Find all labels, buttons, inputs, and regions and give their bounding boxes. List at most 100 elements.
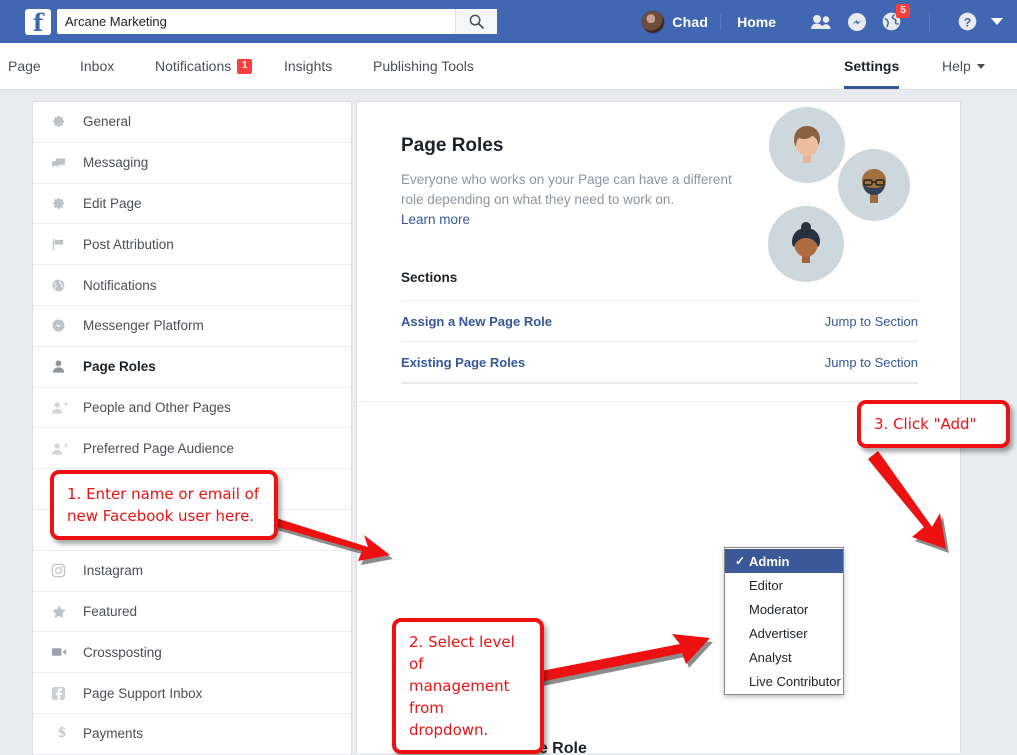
tab-label: Insights bbox=[284, 58, 333, 74]
divider bbox=[929, 11, 930, 32]
notifications-count-badge: 1 bbox=[237, 58, 253, 74]
svg-text:★: ★ bbox=[63, 441, 67, 450]
section-link-assign-new-page-role[interactable]: Assign a New Page Role Jump to Section bbox=[401, 300, 918, 341]
role-option-label: Moderator bbox=[749, 601, 809, 617]
globe-icon bbox=[51, 278, 73, 293]
sidebar-item-messaging[interactable]: Messaging bbox=[33, 143, 351, 184]
page-description-text: Everyone who works on your Page can have… bbox=[401, 172, 732, 207]
role-option-label: Admin bbox=[749, 553, 790, 569]
role-option-admin[interactable]: ✓ Admin bbox=[725, 549, 843, 573]
section-link-existing-page-roles[interactable]: Existing Page Roles Jump to Section bbox=[401, 341, 918, 382]
person-icon bbox=[51, 359, 73, 374]
svg-text:?: ? bbox=[964, 15, 972, 29]
search-icon[interactable] bbox=[455, 9, 497, 34]
sidebar-item-preferred-page-audience[interactable]: ★ Preferred Page Audience bbox=[33, 428, 351, 470]
sidebar-item-label: Messaging bbox=[83, 155, 149, 171]
sidebar-item-notifications[interactable]: Notifications bbox=[33, 265, 351, 306]
messages-icon[interactable] bbox=[848, 12, 866, 31]
callout-step-2: 2. Select level of management from dropd… bbox=[392, 618, 544, 754]
facebook-f-logo[interactable]: f bbox=[25, 9, 51, 35]
notifications-badge: 5 bbox=[896, 4, 910, 18]
notifications-globe-icon[interactable]: 5 bbox=[882, 4, 910, 31]
flag-icon bbox=[51, 237, 73, 252]
learn-more-link[interactable]: Learn more bbox=[401, 212, 470, 227]
search-bar[interactable] bbox=[57, 9, 497, 34]
role-option-label: Analyst bbox=[749, 649, 792, 665]
page-tab-bar: Page Inbox Notifications 1 Insights Publ… bbox=[0, 43, 1017, 90]
sidebar-item-label: General bbox=[83, 114, 132, 130]
chevron-down-icon bbox=[976, 63, 985, 69]
tab-label: Notifications bbox=[155, 58, 232, 74]
sidebar-item-label: Featured bbox=[83, 603, 138, 619]
tab-label: Settings bbox=[844, 58, 900, 74]
chat-bubbles-icon bbox=[51, 156, 73, 170]
tab-label: Inbox bbox=[80, 58, 115, 74]
sidebar-item-edit-page[interactable]: Edit Page bbox=[33, 184, 351, 225]
check-icon: ✓ bbox=[735, 554, 746, 568]
role-option-advertiser[interactable]: Advertiser bbox=[725, 621, 843, 645]
role-option-analyst[interactable]: Analyst bbox=[725, 645, 843, 669]
role-option-label: Editor bbox=[749, 577, 783, 593]
instagram-icon bbox=[51, 563, 73, 578]
section-label: Assign a New Page Role bbox=[401, 313, 552, 329]
profile-name-link[interactable]: Chad bbox=[672, 13, 722, 30]
sidebar-item-label: Notifications bbox=[83, 277, 157, 293]
sidebar-item-label: Post Attribution bbox=[83, 236, 174, 252]
chevron-down-icon[interactable] bbox=[991, 18, 1003, 25]
tab-notifications[interactable]: Notifications 1 bbox=[155, 43, 253, 89]
svg-text:★: ★ bbox=[63, 400, 67, 409]
callout-text: 1. Enter name or email of new Facebook u… bbox=[67, 485, 260, 525]
help-icon[interactable]: ? bbox=[958, 12, 977, 31]
role-option-moderator[interactable]: Moderator bbox=[725, 597, 843, 621]
gear-icon bbox=[51, 196, 73, 211]
sidebar-item-label: Preferred Page Audience bbox=[83, 440, 234, 456]
tab-help[interactable]: Help bbox=[942, 43, 985, 89]
avatar[interactable] bbox=[641, 9, 666, 34]
section-label: Existing Page Roles bbox=[401, 354, 526, 370]
callout-text: 2. Select level of management from dropd… bbox=[409, 633, 515, 739]
person-star-icon: ★ bbox=[51, 441, 73, 456]
sidebar-item-post-attribution[interactable]: Post Attribution bbox=[33, 224, 351, 266]
sidebar-item-page-roles[interactable]: Page Roles bbox=[33, 347, 351, 388]
avatar-bearded-glasses bbox=[838, 149, 910, 221]
jump-to-section-link[interactable]: Jump to Section bbox=[825, 314, 918, 329]
role-option-editor[interactable]: Editor bbox=[725, 573, 843, 597]
avatar-brown-hair bbox=[769, 107, 845, 183]
callout-step-3: 3. Click "Add" bbox=[857, 400, 1010, 448]
sidebar-item-label: Page Support Inbox bbox=[83, 685, 203, 701]
tab-label: Page bbox=[8, 58, 41, 74]
role-option-live-contributor[interactable]: Live Contributor bbox=[725, 669, 843, 693]
tab-settings[interactable]: Settings bbox=[844, 43, 900, 89]
tab-publishing-tools[interactable]: Publishing Tools bbox=[373, 43, 474, 89]
tab-insights[interactable]: Insights bbox=[284, 43, 332, 89]
tab-label: Publishing Tools bbox=[373, 58, 474, 74]
annotation-arrow-step2 bbox=[536, 634, 713, 686]
annotation-arrow-step3 bbox=[868, 451, 949, 553]
home-link[interactable]: Home bbox=[721, 14, 792, 30]
friend-requests-icon[interactable] bbox=[810, 14, 832, 30]
role-option-label: Advertiser bbox=[749, 625, 808, 641]
tab-inbox[interactable]: Inbox bbox=[80, 43, 114, 89]
sidebar-item-crossposting[interactable]: Crossposting bbox=[33, 632, 351, 674]
role-dropdown-menu[interactable]: ✓ Admin Editor Moderator Advertiser Anal… bbox=[724, 547, 844, 695]
dollar-icon: $ bbox=[58, 725, 66, 742]
callout-text: 3. Click "Add" bbox=[874, 415, 977, 433]
sidebar-item-featured[interactable]: Featured bbox=[33, 592, 351, 633]
sections-divider bbox=[401, 382, 918, 384]
tab-page[interactable]: Page bbox=[8, 43, 41, 89]
page-roles-hero: Page Roles Everyone who works on your Pa… bbox=[357, 102, 960, 402]
sidebar-item-general[interactable]: General bbox=[33, 102, 351, 143]
jump-to-section-link[interactable]: Jump to Section bbox=[825, 355, 918, 370]
sidebar-item-page-support-inbox[interactable]: Page Support Inbox bbox=[33, 673, 351, 714]
sidebar-item-label: Page Roles bbox=[83, 359, 156, 375]
star-icon bbox=[51, 604, 73, 619]
gear-icon bbox=[51, 114, 73, 129]
sidebar-item-label: Instagram bbox=[83, 563, 144, 579]
sidebar-item-label: Edit Page bbox=[83, 195, 142, 211]
person-star-icon: ★ bbox=[51, 400, 73, 415]
sidebar-item-payments[interactable]: $ Payments bbox=[33, 714, 351, 755]
sidebar-item-people-and-other-pages[interactable]: ★ People and Other Pages bbox=[33, 388, 351, 429]
sidebar-item-messenger-platform[interactable]: Messenger Platform bbox=[33, 306, 351, 347]
sections-label: Sections bbox=[401, 270, 458, 285]
search-input[interactable] bbox=[57, 9, 455, 34]
